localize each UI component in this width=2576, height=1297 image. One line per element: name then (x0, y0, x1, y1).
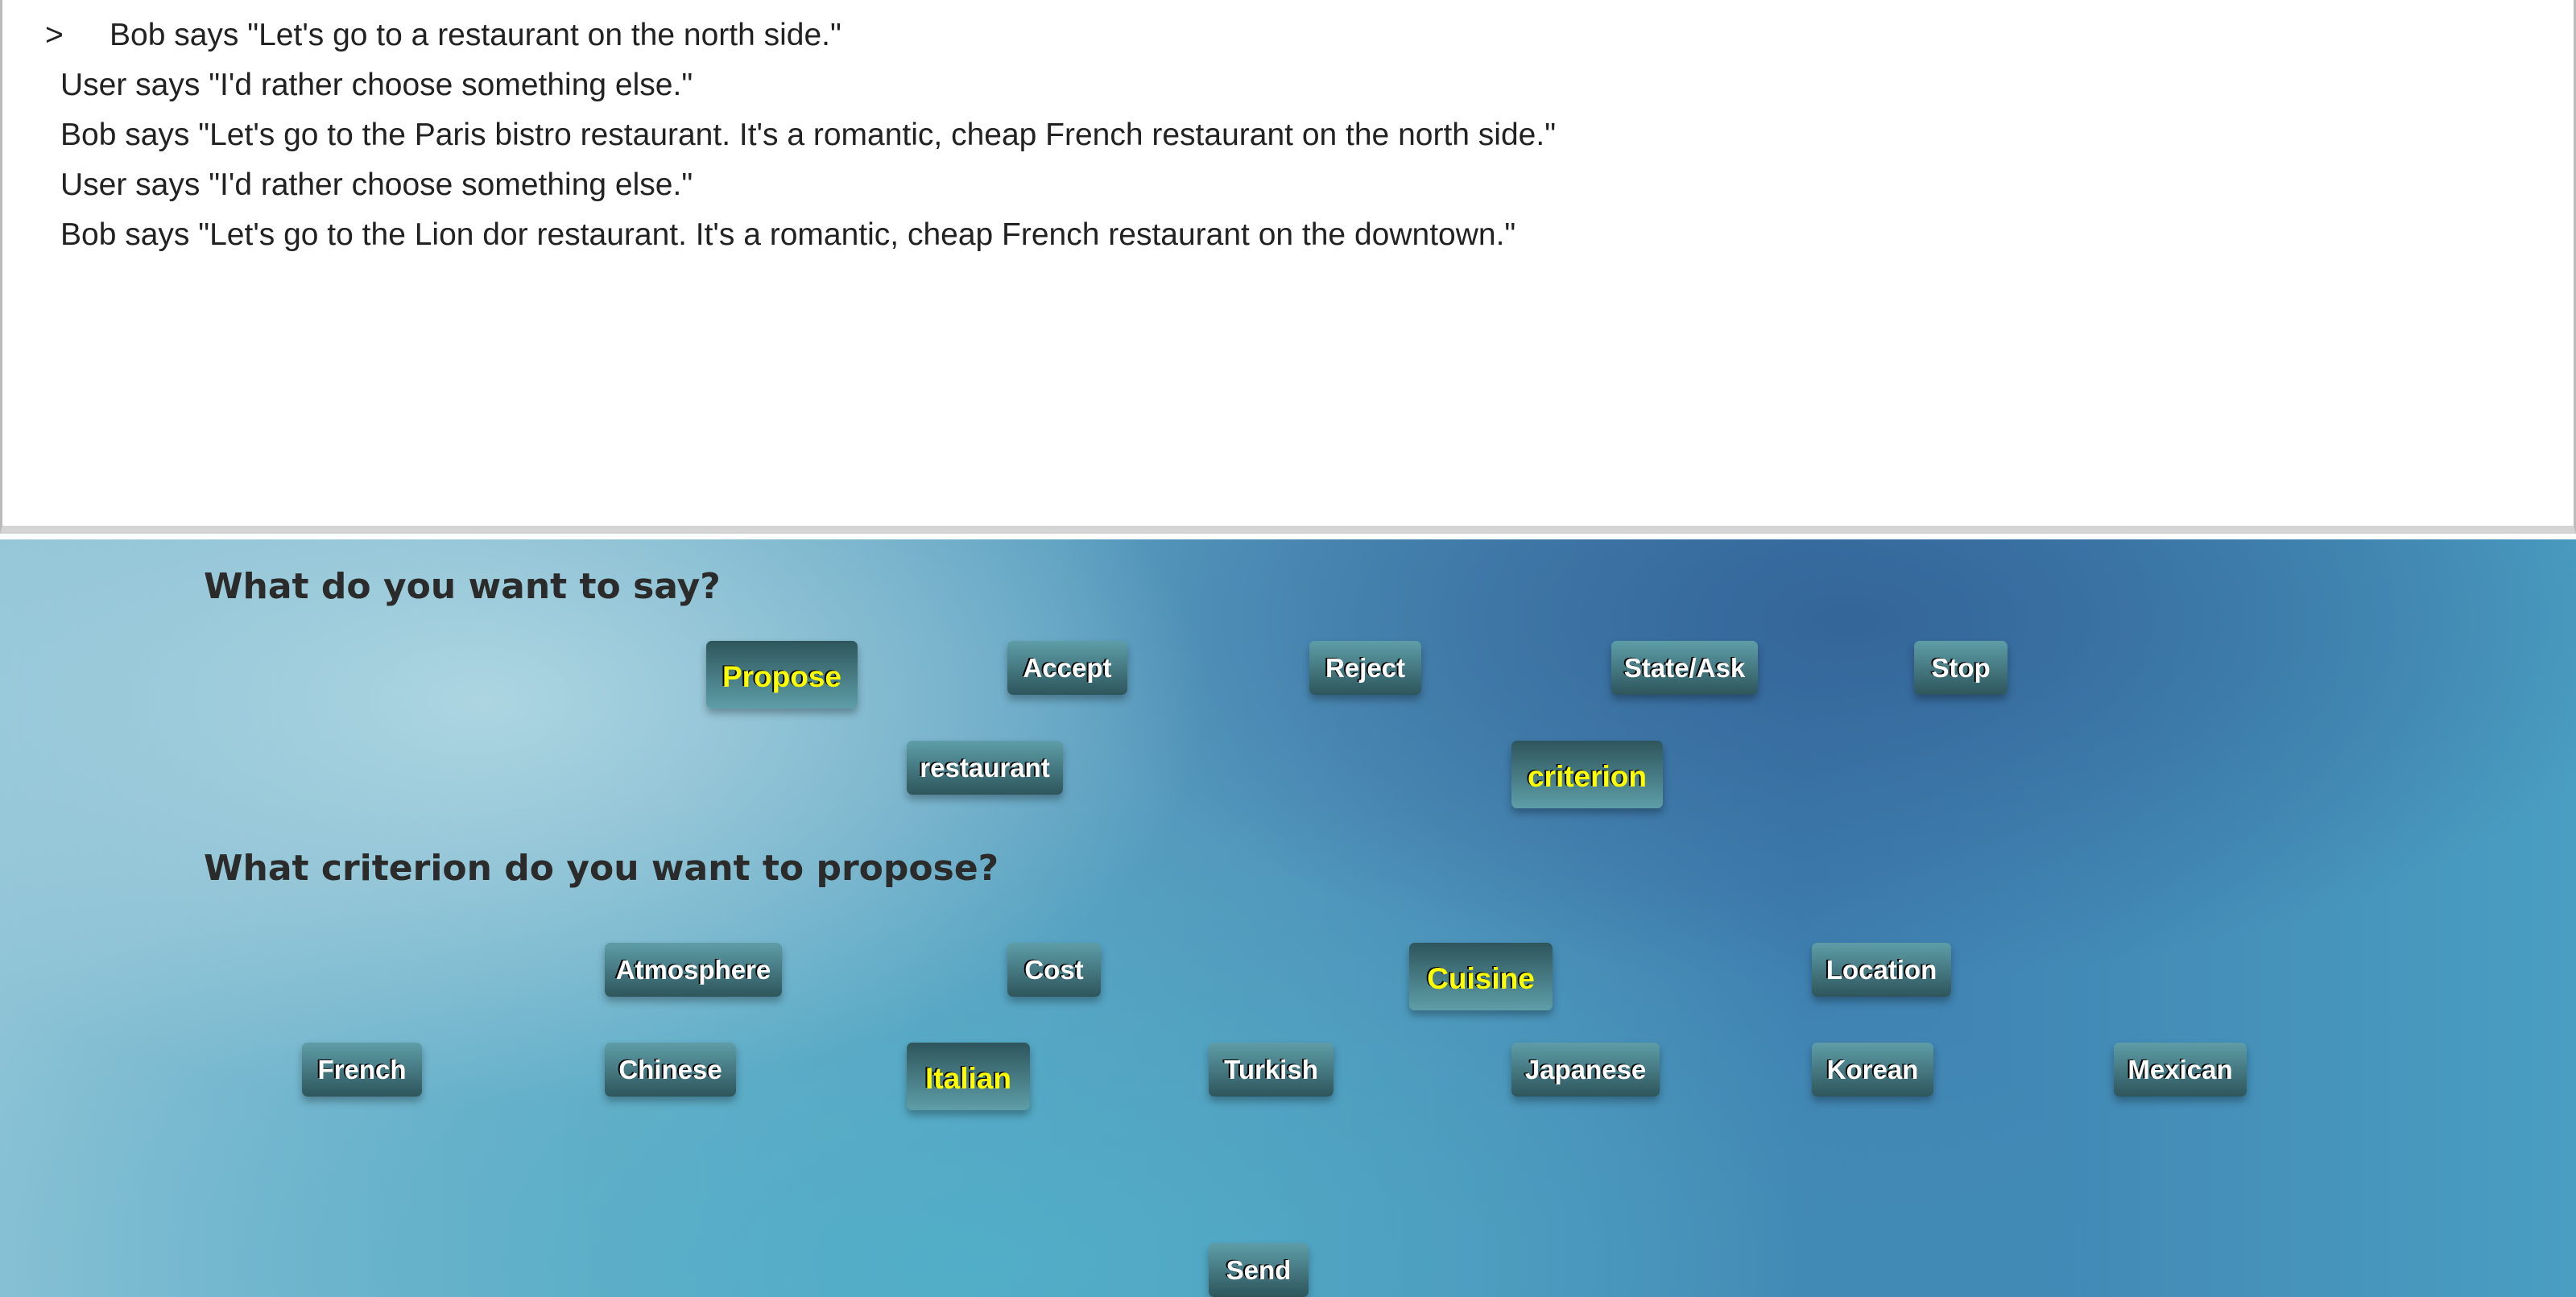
french-button[interactable]: French (302, 1043, 422, 1097)
turkish-button[interactable]: Turkish (1209, 1043, 1333, 1097)
cost-button[interactable]: Cost (1007, 943, 1101, 997)
send-button[interactable]: Send (1209, 1243, 1309, 1297)
log-line: User says "I'd rather choose something e… (60, 68, 693, 102)
criterion-button[interactable]: criterion (1511, 741, 1663, 808)
current-line-caret: > (45, 18, 64, 52)
italian-button[interactable]: Italian (907, 1043, 1030, 1110)
criterion-question: What criterion do you want to propose? (204, 848, 999, 889)
menu-panel (0, 539, 2576, 1297)
mexican-button[interactable]: Mexican (2114, 1043, 2247, 1097)
chinese-button[interactable]: Chinese (605, 1043, 736, 1097)
atmosphere-button[interactable]: Atmosphere (605, 943, 782, 997)
stop-button[interactable]: Stop (1914, 641, 2007, 695)
log-line: User says "I'd rather choose something e… (60, 167, 693, 202)
say-question: What do you want to say? (204, 566, 721, 607)
location-button[interactable]: Location (1812, 943, 1951, 997)
reject-button[interactable]: Reject (1309, 641, 1421, 695)
restaurant-button[interactable]: restaurant (907, 741, 1063, 795)
korean-button[interactable]: Korean (1812, 1043, 1933, 1097)
dialogue-log: > Bob says "Let's go to a restaurant on … (0, 0, 2576, 534)
cuisine-button[interactable]: Cuisine (1409, 943, 1553, 1010)
log-line: Bob says "Let's go to the Lion dor resta… (60, 217, 1516, 252)
log-line: Bob says "Let's go to a restaurant on th… (110, 18, 841, 52)
state-ask-button[interactable]: State/Ask (1611, 641, 1758, 695)
accept-button[interactable]: Accept (1007, 641, 1127, 695)
log-line: Bob says "Let's go to the Paris bistro r… (60, 118, 1557, 152)
propose-button[interactable]: Propose (706, 641, 858, 708)
japanese-button[interactable]: Japanese (1511, 1043, 1660, 1097)
